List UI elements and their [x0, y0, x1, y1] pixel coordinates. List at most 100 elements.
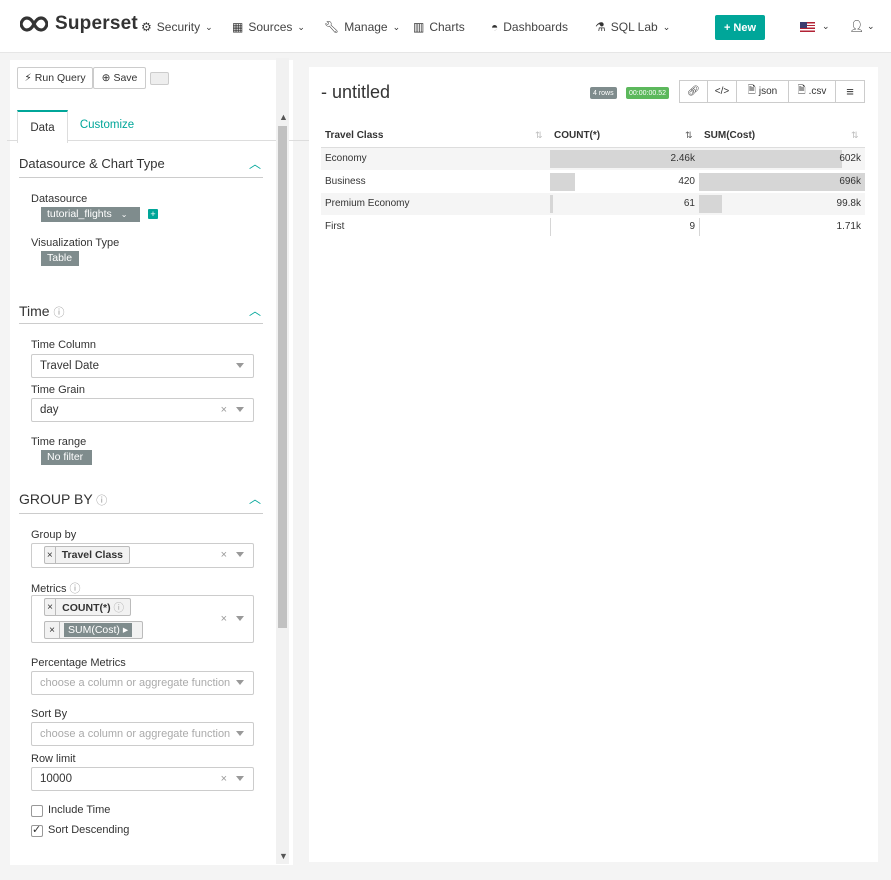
info-icon: ⓘ	[96, 495, 108, 507]
scroll-up-icon[interactable]: ▲	[279, 112, 288, 122]
metric-count-text: COUNT(*)	[62, 601, 111, 614]
metric-chip-count[interactable]: × COUNT(*) ⓘ	[44, 598, 131, 616]
sort-desc-icon[interactable]: ⇅	[685, 130, 693, 141]
group-by-chip[interactable]: × Travel Class	[44, 546, 130, 564]
caret-down-icon	[236, 776, 244, 781]
group-by-chip-label: Travel Class	[61, 549, 123, 561]
section-divider	[19, 177, 263, 178]
tab-customize[interactable]: Customize	[72, 110, 142, 140]
nav-charts[interactable]: ▥ Charts	[413, 20, 465, 34]
save-button[interactable]: ⊕ Save	[93, 67, 146, 89]
cell-travel-class: Premium Economy	[325, 198, 410, 209]
nav-sql-lab[interactable]: ⚗ SQL Lab ⌄	[595, 20, 670, 34]
table-icon: ▦	[232, 20, 244, 34]
sort-descending-checkbox[interactable]: ✓	[31, 824, 43, 837]
chevron-down-icon[interactable]: ⌄	[867, 21, 875, 32]
sort-by-select[interactable]: choose a column or aggregate function	[31, 722, 254, 746]
keyboard-shortcuts-icon[interactable]	[150, 72, 169, 85]
clear-icon[interactable]: ×	[221, 613, 227, 625]
pct-metrics-label: Percentage Metrics	[31, 657, 126, 669]
us-flag-icon[interactable]	[800, 22, 815, 32]
cell-sum-cost: 99.8k	[836, 198, 861, 209]
scroll-down-icon[interactable]: ▼	[279, 851, 288, 861]
clear-icon[interactable]: ×	[221, 404, 227, 416]
file-icon: 🗎	[747, 85, 756, 96]
section-datasource-title[interactable]: Datasource & Chart Type	[19, 156, 165, 171]
chevron-up-icon[interactable]: ︿	[249, 155, 261, 172]
chevron-down-icon: ⌄	[662, 21, 671, 32]
cell-count: 420	[678, 175, 695, 187]
tab-data[interactable]: Data	[17, 110, 68, 143]
check-icon: ✓	[32, 824, 42, 836]
link-button[interactable]: 🔗︎	[679, 80, 708, 103]
more-button[interactable]: ≡	[835, 80, 865, 103]
json-button[interactable]: 🗎 json	[736, 80, 789, 103]
nav-sources[interactable]: ▦ Sources ⌄	[232, 20, 305, 34]
time-column-value: Travel Date	[40, 360, 100, 372]
remove-icon[interactable]: ×	[45, 622, 60, 638]
viz-type-label: Visualization Type	[31, 237, 120, 249]
nav-dashboards-label: Dashboards	[503, 20, 568, 34]
chevron-up-icon[interactable]: ︿	[249, 302, 261, 319]
cogs-icon: ⚙	[141, 20, 152, 34]
panel-scrollbar-thumb[interactable]	[278, 126, 287, 628]
sort-icon[interactable]: ⇅	[851, 130, 859, 141]
metric-chip-sum[interactable]: × SUM(Cost) ▸	[44, 621, 143, 639]
metric-chip-count-label: COUNT(*) ⓘ	[56, 600, 130, 615]
time-column-select[interactable]: Travel Date	[31, 354, 254, 378]
chevron-up-icon[interactable]: ︿	[249, 490, 261, 507]
section-groupby-label: GROUP BY	[19, 491, 93, 507]
section-time-label: Time	[19, 303, 50, 319]
chevron-down-icon: ⌄	[297, 21, 305, 32]
caret-down-icon	[236, 616, 244, 621]
remove-icon[interactable]: ×	[45, 547, 56, 563]
datasource-value: tutorial_flights	[47, 208, 112, 220]
section-divider	[19, 513, 263, 514]
user-icon[interactable]: 👤︎	[849, 19, 864, 33]
embed-button[interactable]: </>	[707, 80, 737, 103]
pct-metrics-select[interactable]: choose a column or aggregate function	[31, 671, 254, 695]
chevron-down-icon[interactable]: ⌄	[822, 21, 830, 32]
viz-type-select[interactable]: Table	[41, 251, 79, 266]
sort-icon[interactable]: ⇅	[535, 130, 543, 141]
flask-icon: ⚗	[595, 20, 606, 34]
nav-manage[interactable]: 🔧︎ Manage ⌄	[324, 20, 400, 34]
remove-icon[interactable]: ×	[45, 599, 57, 615]
bar-chart-icon: ▥	[413, 20, 425, 34]
include-time-checkbox[interactable]	[31, 805, 43, 817]
csv-label: .csv	[808, 86, 827, 97]
nav-dashboards[interactable]: ◓ Dashboards	[491, 20, 568, 34]
new-button[interactable]: + New	[715, 15, 765, 40]
cell-travel-class: Economy	[325, 153, 367, 164]
nav-security[interactable]: ⚙ Security ⌄	[141, 20, 213, 34]
clear-icon[interactable]: ×	[221, 549, 227, 561]
metric-sum-text: SUM(Cost)	[68, 624, 120, 636]
metric-chip-sum-tag[interactable]: SUM(Cost) ▸	[64, 623, 133, 637]
run-query-button[interactable]: ⚡︎ Run Query	[17, 67, 93, 89]
caret-right-icon: ▸	[122, 624, 129, 636]
chevron-down-icon: ⌄	[392, 21, 401, 32]
file-icon: 🗎	[797, 85, 806, 96]
time-grain-select[interactable]: day ×	[31, 398, 254, 422]
cell-travel-class: Business	[325, 175, 366, 187]
brand[interactable]: Superset	[20, 13, 138, 35]
datasource-select[interactable]: tutorial_flights ⌄	[41, 207, 140, 222]
cell-count: 9	[689, 220, 695, 232]
sort-by-placeholder: choose a column or aggregate function	[40, 728, 231, 740]
time-range-button[interactable]: No filter	[41, 450, 92, 465]
add-datasource-icon[interactable]: +	[148, 209, 158, 219]
brand-name: Superset	[55, 13, 138, 34]
section-time-title[interactable]: Time ⓘ	[19, 303, 64, 320]
wrench-icon: 🔧︎	[324, 20, 340, 34]
nav-sources-label: Sources	[248, 20, 293, 34]
csv-button[interactable]: 🗎 .csv	[788, 80, 836, 103]
sort-by-label: Sort By	[31, 708, 68, 720]
row-limit-select[interactable]: 10000 ×	[31, 767, 254, 791]
superset-logo-icon	[20, 16, 48, 32]
clear-icon[interactable]: ×	[221, 773, 227, 785]
query-time-badge: 00:00:00.52	[626, 87, 669, 99]
chart-title[interactable]: - untitled	[321, 82, 390, 103]
save-label: Save	[113, 72, 138, 84]
section-groupby-title[interactable]: GROUP BY ⓘ	[19, 491, 107, 508]
include-time-label: Include Time	[48, 804, 111, 816]
